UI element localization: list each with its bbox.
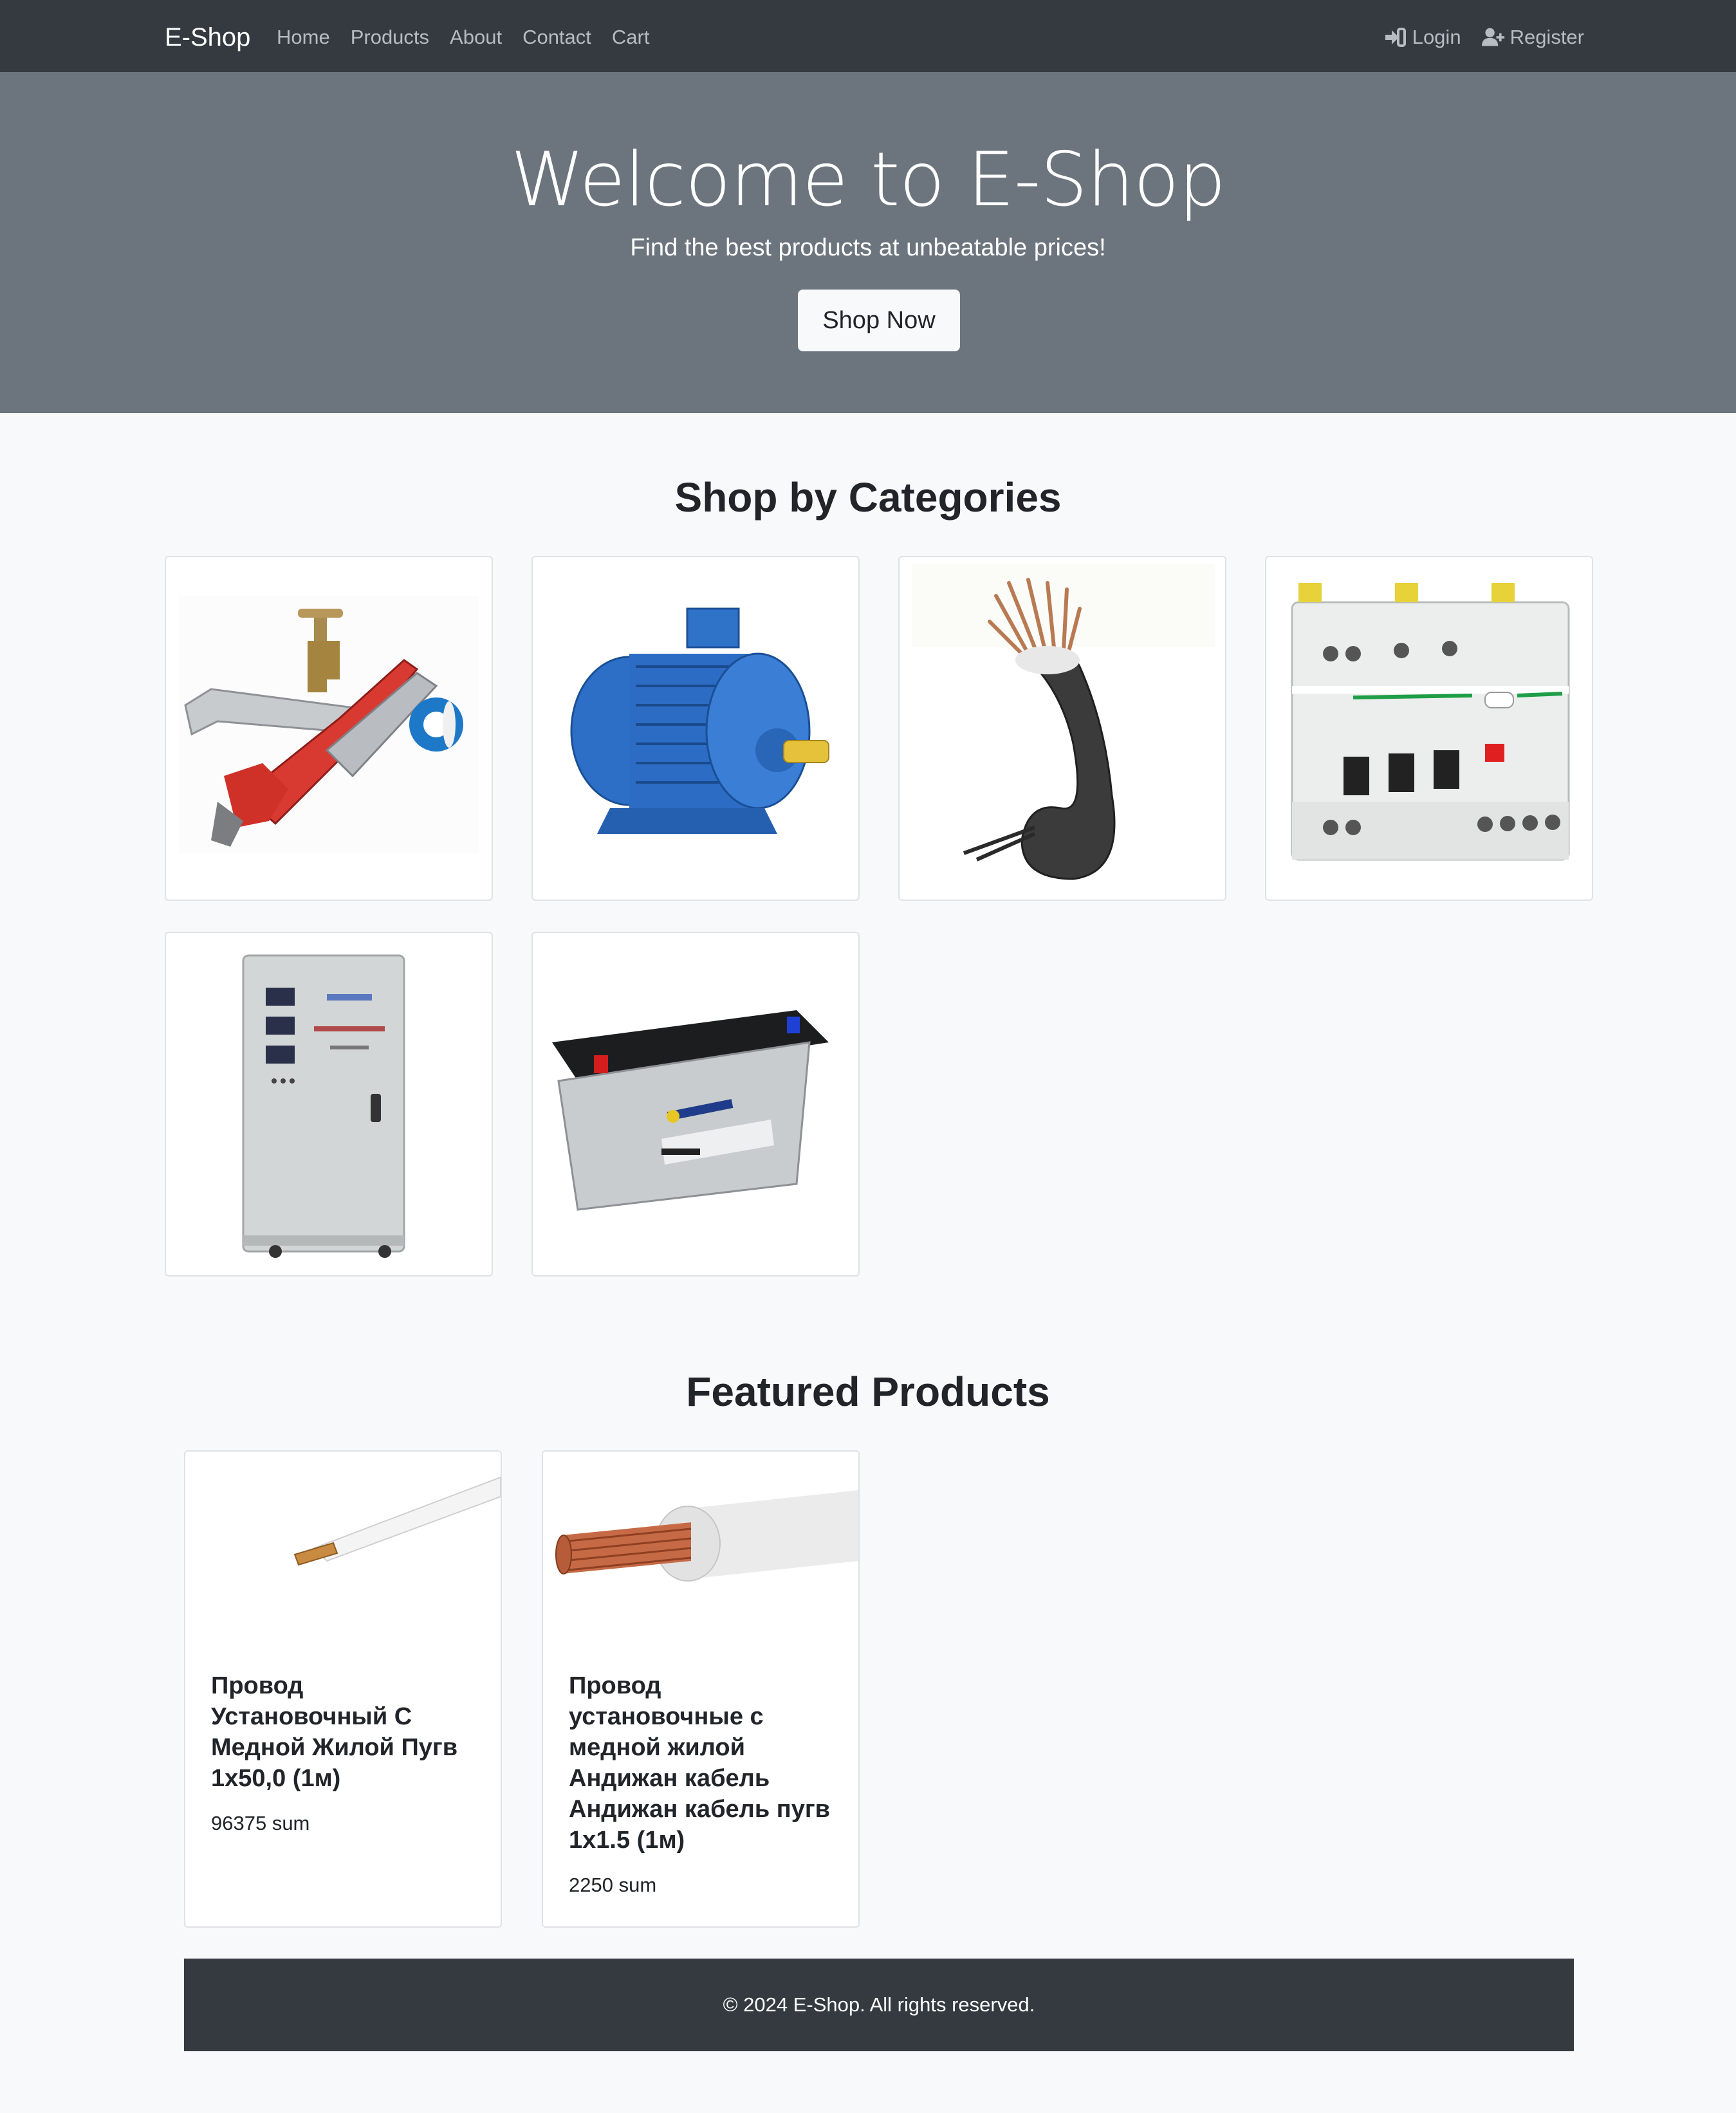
nav-auth: Login Register xyxy=(1384,19,1584,55)
hero-banner: Welcome to E-Shop Find the best products… xyxy=(0,72,1736,413)
nav-link-home[interactable]: Home xyxy=(277,26,330,49)
product-card[interactable]: Провод установочные с медной жилой Андиж… xyxy=(542,1450,860,1928)
brand-link[interactable]: E-Shop xyxy=(165,19,250,55)
circuit-breaker-image xyxy=(1291,583,1570,861)
cable-image xyxy=(912,564,1215,880)
thin-wire-image xyxy=(185,1452,501,1638)
product-price: 96375 sum xyxy=(211,1812,310,1834)
voltage-stabilizer-image xyxy=(242,954,405,1258)
footer-copyright: © 2024 E-Shop. All rights reserved. xyxy=(723,1993,1035,2016)
register-label: Register xyxy=(1510,26,1584,48)
nav-link-about[interactable]: About xyxy=(450,26,502,49)
nav-link-products[interactable]: Products xyxy=(351,26,429,49)
category-card-plumbing-tools[interactable] xyxy=(165,556,493,901)
register-link[interactable]: Register xyxy=(1481,26,1584,49)
category-card-circuit-breakers[interactable] xyxy=(1265,556,1593,901)
user-plus-icon xyxy=(1481,28,1504,46)
product-price: 2250 sum xyxy=(569,1874,657,1896)
login-link[interactable]: Login xyxy=(1384,26,1461,49)
product-card[interactable]: Провод Установочный С Медной Жилой Пугв … xyxy=(184,1450,502,1928)
login-label: Login xyxy=(1412,26,1461,48)
category-card-batteries[interactable] xyxy=(531,932,860,1277)
product-title[interactable]: Провод установочные с медной жилой Андиж… xyxy=(569,1670,839,1856)
nav-link-contact[interactable]: Contact xyxy=(522,26,591,49)
plumbing-tools-image xyxy=(179,596,479,853)
footer: © 2024 E-Shop. All rights reserved. xyxy=(184,1959,1574,2051)
category-card-cables[interactable] xyxy=(898,556,1226,901)
electric-motor-image xyxy=(570,607,829,834)
category-card-electric-motors[interactable] xyxy=(531,556,860,901)
hero-subtitle: Find the best products at unbeatable pri… xyxy=(630,234,1106,261)
nav-links: Home Products About Contact Cart xyxy=(277,19,649,55)
featured-title: Featured Products xyxy=(686,1369,1050,1415)
navbar: E-Shop Home Products About Contact Cart … xyxy=(0,0,1736,72)
car-battery-image xyxy=(552,1010,829,1211)
hero-title: Welcome to E-Shop xyxy=(510,136,1226,223)
shop-now-button[interactable]: Shop Now xyxy=(798,290,960,351)
sign-in-icon xyxy=(1385,28,1406,47)
category-card-voltage-stabilizers[interactable] xyxy=(165,932,493,1277)
categories-title: Shop by Categories xyxy=(674,474,1062,521)
stranded-wire-image xyxy=(543,1452,858,1638)
product-title[interactable]: Провод Установочный С Медной Жилой Пугв … xyxy=(211,1670,481,1794)
nav-link-cart[interactable]: Cart xyxy=(612,26,650,49)
